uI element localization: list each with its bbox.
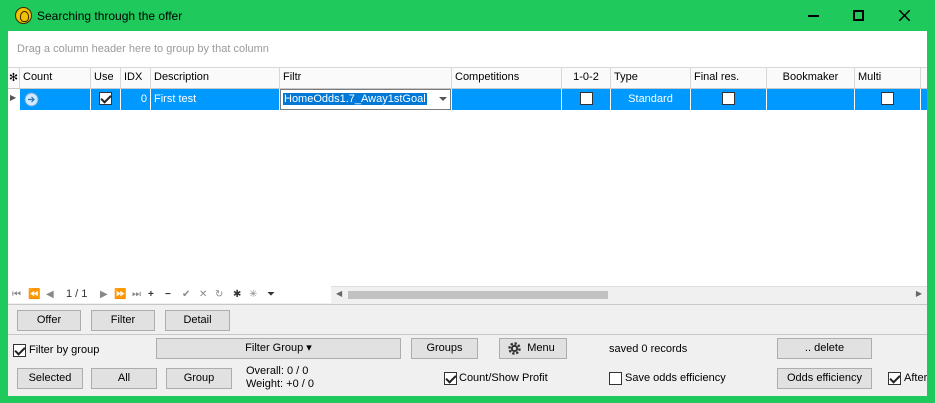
column-header-bookmaker[interactable]: Bookmaker [767,68,855,89]
column-header-filtr[interactable]: Filtr [280,68,452,89]
row-filtr-dropdown[interactable]: HomeOdds1.7_Away1stGoal [280,89,451,110]
title-bar[interactable]: Searching through the offer [0,0,935,31]
saved-records-status: saved 0 records [609,343,688,355]
close-icon [899,10,910,21]
row-bookmaker[interactable] [767,89,855,110]
save-odds-efficiency-checkbox[interactable] [609,372,622,385]
window-title: Searching through the offer [37,9,183,23]
row-final-res-checkbox[interactable] [691,89,767,110]
groups-button[interactable]: Groups [411,338,478,359]
row-indicator-icon[interactable]: ▶ [8,89,20,110]
column-header-final-res[interactable]: Final res. [691,68,767,89]
next-page-icon[interactable]: ⏩ [114,289,126,300]
column-header-competitions[interactable]: Competitions [452,68,562,89]
weight-text: Weight: +0 / 0 [246,378,314,390]
checkbox-empty-icon [722,92,735,105]
after-label[interactable]: After [904,372,927,384]
menu-button[interactable]: Menu [499,338,567,359]
count-show-profit-checkbox[interactable] [444,372,457,385]
row-competitions[interactable] [452,89,562,110]
use-check-icon [99,92,112,105]
group-by-panel[interactable]: Drag a column header here to group by th… [8,31,927,68]
close-button[interactable] [882,0,927,31]
column-header-count[interactable]: Count [20,68,91,89]
scrollbar-thumb[interactable] [348,291,608,299]
filter-by-group-checkbox[interactable] [13,344,26,357]
prev-page-icon[interactable]: ⏪ [28,289,40,300]
save-record-icon[interactable]: ✔ [182,289,190,300]
menu-button-label: Menu [527,342,555,354]
row-multi-checkbox[interactable] [855,89,921,110]
add-record-icon[interactable]: + [148,289,154,300]
checkbox-empty-icon [881,92,894,105]
divider [8,304,927,305]
row-count-go-icon[interactable] [20,89,91,110]
page-indicator: 1 / 1 [66,288,88,300]
scroll-right-icon[interactable]: ▶ [916,289,922,298]
prev-record-icon[interactable]: ◀ [46,289,54,300]
row-overflow-cell [921,89,927,110]
maximize-button[interactable] [836,0,881,31]
first-page-icon[interactable]: ⏮ [12,289,21,300]
minimize-button[interactable] [791,0,836,31]
group-by-hint: Drag a column header here to group by th… [17,43,269,55]
column-header-more [921,68,927,89]
bookmark-icon[interactable]: ✱ [233,289,241,300]
client-area: Drag a column header here to group by th… [8,31,927,396]
chevron-down-icon[interactable] [439,97,447,101]
column-header-idx[interactable]: IDX [121,68,151,89]
column-header-type[interactable]: Type [611,68,691,89]
overall-text: Overall: 0 / 0 [246,365,309,377]
row-idx: 0 [121,89,151,110]
selected-button[interactable]: Selected [17,368,83,389]
filter-by-group-label[interactable]: Filter by group [29,344,99,356]
filter-group-dropdown[interactable]: Filter Group ▾ [156,338,401,359]
offer-grid[interactable]: ✻ Count Use IDX Description Filtr Compet… [8,68,927,296]
row-type[interactable]: Standard [611,89,691,110]
delete-record-icon[interactable]: − [165,289,171,300]
minimize-icon [808,15,819,17]
column-header-description[interactable]: Description [151,68,280,89]
detail-button[interactable]: Detail [165,310,230,331]
row-description[interactable]: First test [151,89,280,110]
save-odds-efficiency-label[interactable]: Save odds efficiency [625,372,726,384]
group-button[interactable]: Group [166,368,232,389]
all-button[interactable]: All [91,368,157,389]
cancel-edit-icon[interactable]: ✕ [199,289,207,300]
app-logo-icon [15,7,32,24]
column-header-use[interactable]: Use [91,68,121,89]
scroll-left-icon[interactable]: ◀ [336,289,342,298]
after-checkbox[interactable] [888,372,901,385]
divider [8,334,927,335]
maximize-icon [853,10,864,21]
next-record-icon[interactable]: ▶ [100,289,108,300]
last-page-icon[interactable]: ⏭ [132,289,141,300]
new-row-header-icon: ✻ [8,68,20,89]
checkbox-empty-icon [579,92,593,105]
row-use-checkbox[interactable] [91,89,121,110]
delete-button[interactable]: .. delete [777,338,872,359]
filter-button[interactable]: Filter [91,310,155,331]
row-1-0-2-checkbox[interactable] [562,89,611,110]
refresh-icon[interactable]: ↻ [215,289,223,300]
filter-icon[interactable]: ⏷ [267,289,275,300]
column-header-1-0-2[interactable]: 1-0-2 [562,68,611,89]
horizontal-scrollbar[interactable]: ◀ ▶ [331,286,927,303]
app-window: Searching through the offer Drag a colum… [0,0,935,403]
offer-button[interactable]: Offer [17,310,81,331]
count-show-profit-label[interactable]: Count/Show Profit [459,372,548,384]
row-filtr-value[interactable]: HomeOdds1.7_Away1stGoal [283,93,427,105]
column-header-multi[interactable]: Multi [855,68,921,89]
odds-efficiency-button[interactable]: Odds efficiency [777,368,872,389]
gear-icon [508,342,521,355]
goto-bookmark-icon[interactable]: ✳ [249,289,257,300]
